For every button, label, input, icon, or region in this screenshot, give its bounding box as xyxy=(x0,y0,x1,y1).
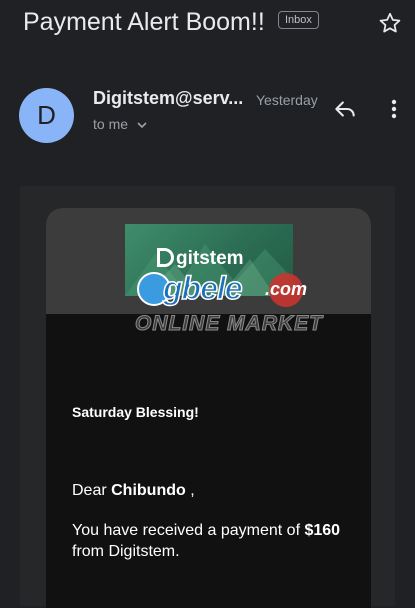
message-date: Yesterday xyxy=(256,92,318,108)
digitstem-logo: gitstem xyxy=(157,248,244,270)
ogbele-watermark: gbele .com ONLINE MARKET xyxy=(133,269,323,346)
watermark-logo-text: gbele xyxy=(162,269,243,307)
payment-message: You have received a payment of $160 from… xyxy=(72,520,362,562)
greeting-line: Dear Chibundo , xyxy=(72,482,195,500)
payment-amount: $160 xyxy=(304,522,341,539)
inbox-label-chip[interactable]: Inbox xyxy=(278,11,319,29)
sender-name[interactable]: Digitstem@serv... xyxy=(93,88,243,109)
sender-avatar[interactable]: D xyxy=(19,88,74,143)
subject-row: Payment Alert Boom!! Inbox xyxy=(23,6,415,42)
more-vert-icon[interactable] xyxy=(384,96,404,122)
reply-icon[interactable] xyxy=(332,96,358,122)
chevron-down-icon xyxy=(136,117,148,133)
star-icon[interactable] xyxy=(377,10,403,36)
email-heading: Saturday Blessing! xyxy=(72,404,199,420)
greeting-prefix: Dear xyxy=(72,482,112,499)
digitstem-d-icon xyxy=(157,248,174,267)
recipient-details-toggle[interactable]: to me xyxy=(93,116,148,133)
recipient-name: Chibundo xyxy=(111,482,186,499)
message-text-part1: You have received a payment of xyxy=(72,522,305,539)
digitstem-logo-text: gitstem xyxy=(176,248,244,269)
message-text-part2: from Digitstem. xyxy=(72,543,180,560)
greeting-suffix: , xyxy=(185,482,195,499)
recipient-label: to me xyxy=(93,116,129,132)
watermark-subtitle: ONLINE MARKET xyxy=(135,312,323,336)
email-content-card: gitstem gbele .com ONLINE MARKET Saturda… xyxy=(46,208,371,608)
sender-row: D Digitstem@serv... Yesterday to me xyxy=(0,86,415,146)
email-subject: Payment Alert Boom!! xyxy=(23,8,265,36)
watermark-domain-text: .com xyxy=(265,279,308,299)
